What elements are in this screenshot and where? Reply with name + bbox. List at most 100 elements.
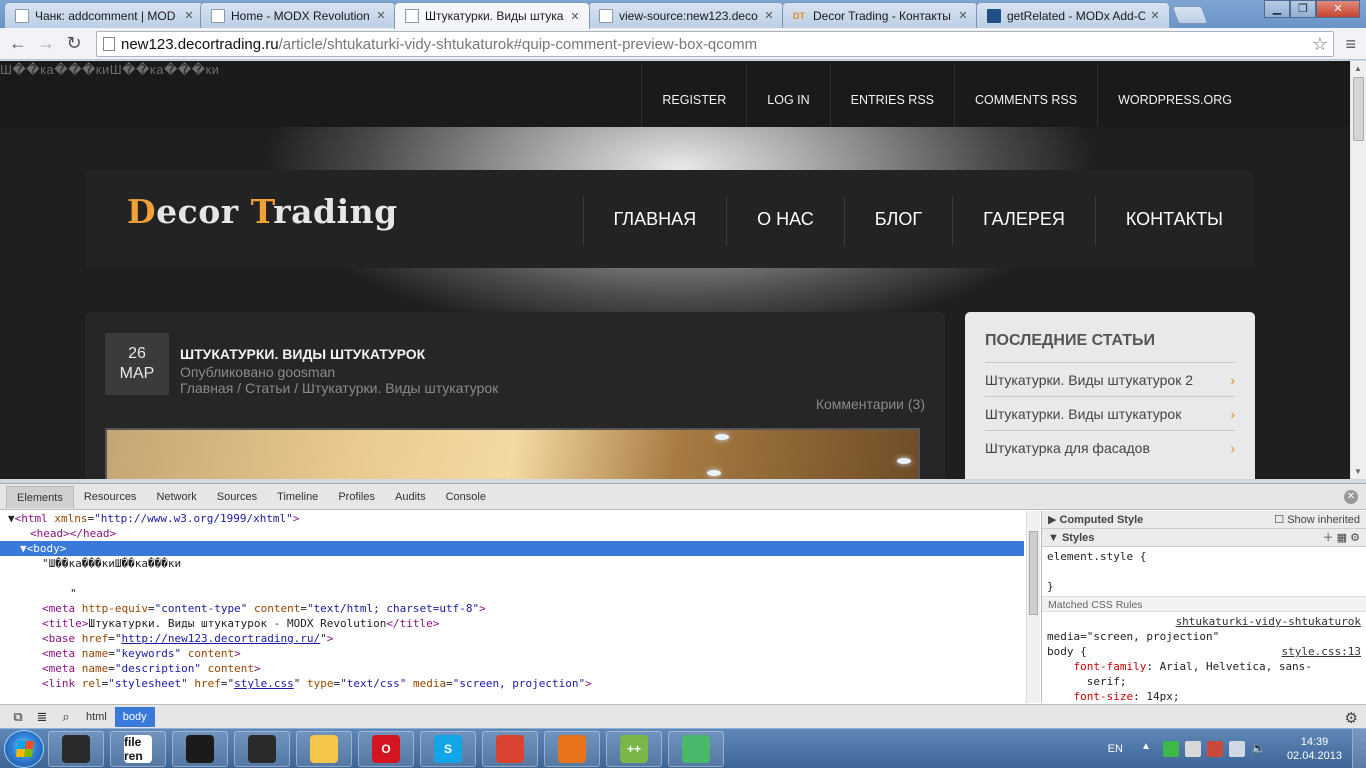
- dom-node-head[interactable]: <head></head>: [0, 526, 1024, 541]
- dom-node-body[interactable]: ▼<body>: [0, 541, 1024, 556]
- minimize-icon[interactable]: ▁: [1264, 0, 1290, 18]
- maximize-icon[interactable]: ❐: [1290, 0, 1316, 18]
- taskbar-app-chrome[interactable]: [482, 731, 538, 767]
- top-nav-comments-rss[interactable]: COMMENTS RSS: [954, 64, 1097, 128]
- tab-shtukaturki[interactable]: Штукатурки. Виды штука ✕: [394, 2, 590, 29]
- close-window-icon[interactable]: ✕: [1316, 0, 1360, 18]
- reload-icon[interactable]: ↻: [62, 32, 86, 56]
- dom-node-meta-description[interactable]: <meta name="description" content>: [0, 661, 1024, 676]
- post-breadcrumb[interactable]: Главная / Статьи / Штукатурки. Виды штук…: [180, 380, 498, 396]
- menu-icon[interactable]: ≡: [1345, 34, 1356, 55]
- devtools-tab-audits[interactable]: Audits: [385, 486, 436, 508]
- page-scrollbar[interactable]: ▲ ▼: [1350, 61, 1366, 479]
- network-icon[interactable]: [1228, 741, 1245, 757]
- tab-addcomment[interactable]: Чанк: addcomment | MOD ✕: [4, 2, 204, 28]
- top-nav-register[interactable]: REGISTER: [641, 64, 746, 128]
- dom-tree[interactable]: ▼<html xmlns="http://www.w3.org/1999/xht…: [0, 511, 1024, 703]
- taskbar-app-explorer[interactable]: [296, 731, 352, 767]
- bookmark-star-icon[interactable]: ☆: [1312, 34, 1328, 55]
- top-nav-entries-rss[interactable]: ENTRIES RSS: [829, 64, 954, 128]
- devtools-tab-console[interactable]: Console: [436, 486, 496, 508]
- chevron-up-icon[interactable]: ▲: [1141, 741, 1157, 757]
- dom-node-title[interactable]: <title>Штукатурки. Виды штукатурок - MOD…: [0, 616, 1024, 631]
- dock-icon[interactable]: ⧉: [6, 709, 30, 725]
- style-css-link[interactable]: style.css:13: [1282, 644, 1361, 659]
- taskbar-app-film-app[interactable]: [172, 731, 228, 767]
- site-logo[interactable]: Decor Trading: [127, 192, 398, 231]
- devtools-tab-network[interactable]: Network: [146, 486, 206, 508]
- search-icon[interactable]: ⌕: [54, 709, 78, 725]
- language-indicator[interactable]: EN: [1108, 743, 1123, 755]
- tab-view-source[interactable]: view-source:new123.deco ✕: [588, 2, 784, 28]
- taskbar-app-opera[interactable]: O: [358, 731, 414, 767]
- breadcrumb-body[interactable]: body: [114, 707, 155, 727]
- tab-getrelated[interactable]: getRelated - MODx Add-O ✕: [976, 2, 1170, 28]
- main-nav-gallery[interactable]: ГАЛЕРЕЯ: [952, 196, 1095, 246]
- clock[interactable]: 14:39 02.04.2013: [1287, 735, 1342, 763]
- scrollbar-thumb[interactable]: [1353, 77, 1364, 141]
- close-icon[interactable]: ✕: [763, 9, 775, 22]
- breadcrumb-html[interactable]: html: [78, 707, 115, 727]
- new-tab-button[interactable]: [1171, 6, 1209, 24]
- devtools-tab-elements[interactable]: Elements: [6, 485, 74, 508]
- post-comments-link[interactable]: Комментарии (3): [816, 396, 925, 412]
- taskbar-app-pointer-app[interactable]: [234, 731, 290, 767]
- scroll-up-icon[interactable]: ▲: [1354, 64, 1362, 73]
- taskbar-app-firefox[interactable]: [544, 731, 600, 767]
- close-icon[interactable]: ✕: [1149, 9, 1161, 22]
- computed-style-header[interactable]: ▶ Computed Style ☐ Show inherited: [1042, 511, 1366, 529]
- dom-scrollbar[interactable]: [1026, 511, 1040, 703]
- element-style-rule[interactable]: element.style { }: [1042, 547, 1366, 596]
- dom-node-meta-keywords[interactable]: <meta name="keywords" content>: [0, 646, 1024, 661]
- tab-modx-home[interactable]: Home - MODX Revolution ✕: [200, 2, 396, 28]
- forward-arrow-icon[interactable]: →: [34, 32, 58, 56]
- app-tray-icon[interactable]: [1184, 741, 1201, 757]
- close-icon[interactable]: ✕: [569, 10, 581, 23]
- show-desktop-button[interactable]: [1352, 729, 1366, 768]
- taskbar-app-file-renamer[interactable]: file ren: [110, 731, 166, 767]
- devtools-tab-resources[interactable]: Resources: [74, 486, 147, 508]
- address-bar[interactable]: new123.decortrading.ru/article/shtukatur…: [96, 31, 1334, 57]
- sidebar-item[interactable]: Штукатурка для фасадов ›: [985, 430, 1235, 464]
- dom-node-base[interactable]: <base href="http://new123.decortrading.r…: [0, 631, 1024, 646]
- styles-toolbar-icons[interactable]: ＋ ▦ ⚙: [1323, 529, 1360, 547]
- styles-header[interactable]: ▼ Styles ＋ ▦ ⚙: [1042, 529, 1366, 547]
- post-title[interactable]: ШТУКАТУРКИ. ВИДЫ ШТУКАТУРОК: [180, 346, 425, 362]
- main-nav-about[interactable]: О НАС: [726, 196, 844, 246]
- sidebar-item[interactable]: Штукатурки. Виды штукатурок 2 ›: [985, 362, 1235, 396]
- scrollbar-thumb[interactable]: [1029, 531, 1038, 615]
- security-icon[interactable]: [1162, 741, 1179, 757]
- main-nav-contacts[interactable]: КОНТАКТЫ: [1094, 196, 1253, 246]
- main-nav-blog[interactable]: БЛОГ: [843, 196, 952, 246]
- taskbar-app-cursor-tool[interactable]: [48, 731, 104, 767]
- close-icon[interactable]: ✕: [957, 9, 969, 22]
- dom-node-link-stylesheet[interactable]: <link rel="stylesheet" href="style.css" …: [0, 676, 1024, 691]
- gear-icon[interactable]: ⚙: [1345, 709, 1358, 727]
- flag-icon[interactable]: [1206, 741, 1223, 757]
- close-icon[interactable]: ✕: [183, 9, 195, 22]
- sidebar-item[interactable]: Штукатурки. Виды штукатурок ›: [985, 396, 1235, 430]
- start-button[interactable]: [4, 730, 44, 768]
- taskbar-app-notepad-plus[interactable]: ++: [606, 731, 662, 767]
- scroll-down-icon[interactable]: ▼: [1354, 467, 1362, 476]
- volume-icon[interactable]: 🔈: [1251, 741, 1267, 757]
- main-nav-home[interactable]: ГЛАВНАЯ: [582, 196, 727, 246]
- top-nav-wordpress[interactable]: WORDPRESS.ORG: [1097, 64, 1252, 128]
- devtools-tab-timeline[interactable]: Timeline: [267, 486, 328, 508]
- taskbar-app-skype[interactable]: S: [420, 731, 476, 767]
- devtools-tab-profiles[interactable]: Profiles: [328, 486, 385, 508]
- devtools-close-icon[interactable]: ✕: [1344, 490, 1358, 504]
- tab-decor-contacts[interactable]: DT Decor Trading - Контакты ✕: [782, 2, 978, 28]
- body-css-rule[interactable]: shtukaturki-vidy-shtukaturok media="scre…: [1042, 612, 1366, 703]
- dom-node-meta-content-type[interactable]: <meta http-equiv="content-type" content=…: [0, 601, 1024, 616]
- close-icon[interactable]: ✕: [375, 9, 387, 22]
- devtools-tab-sources[interactable]: Sources: [207, 486, 267, 508]
- taskbar-app-cup-app[interactable]: [668, 731, 724, 767]
- dom-text-node[interactable]: "Ш��ка���киШ��ка���ки: [0, 556, 1024, 571]
- show-inherited-checkbox[interactable]: ☐ Show inherited: [1274, 511, 1360, 529]
- dom-node-html[interactable]: ▼<html xmlns="http://www.w3.org/1999/xht…: [0, 511, 1024, 526]
- top-nav-login[interactable]: LOG IN: [746, 64, 829, 128]
- dom-text-node-end[interactable]: ": [0, 586, 1024, 601]
- back-arrow-icon[interactable]: ←: [6, 32, 30, 56]
- console-toggle-icon[interactable]: ≣: [30, 709, 54, 725]
